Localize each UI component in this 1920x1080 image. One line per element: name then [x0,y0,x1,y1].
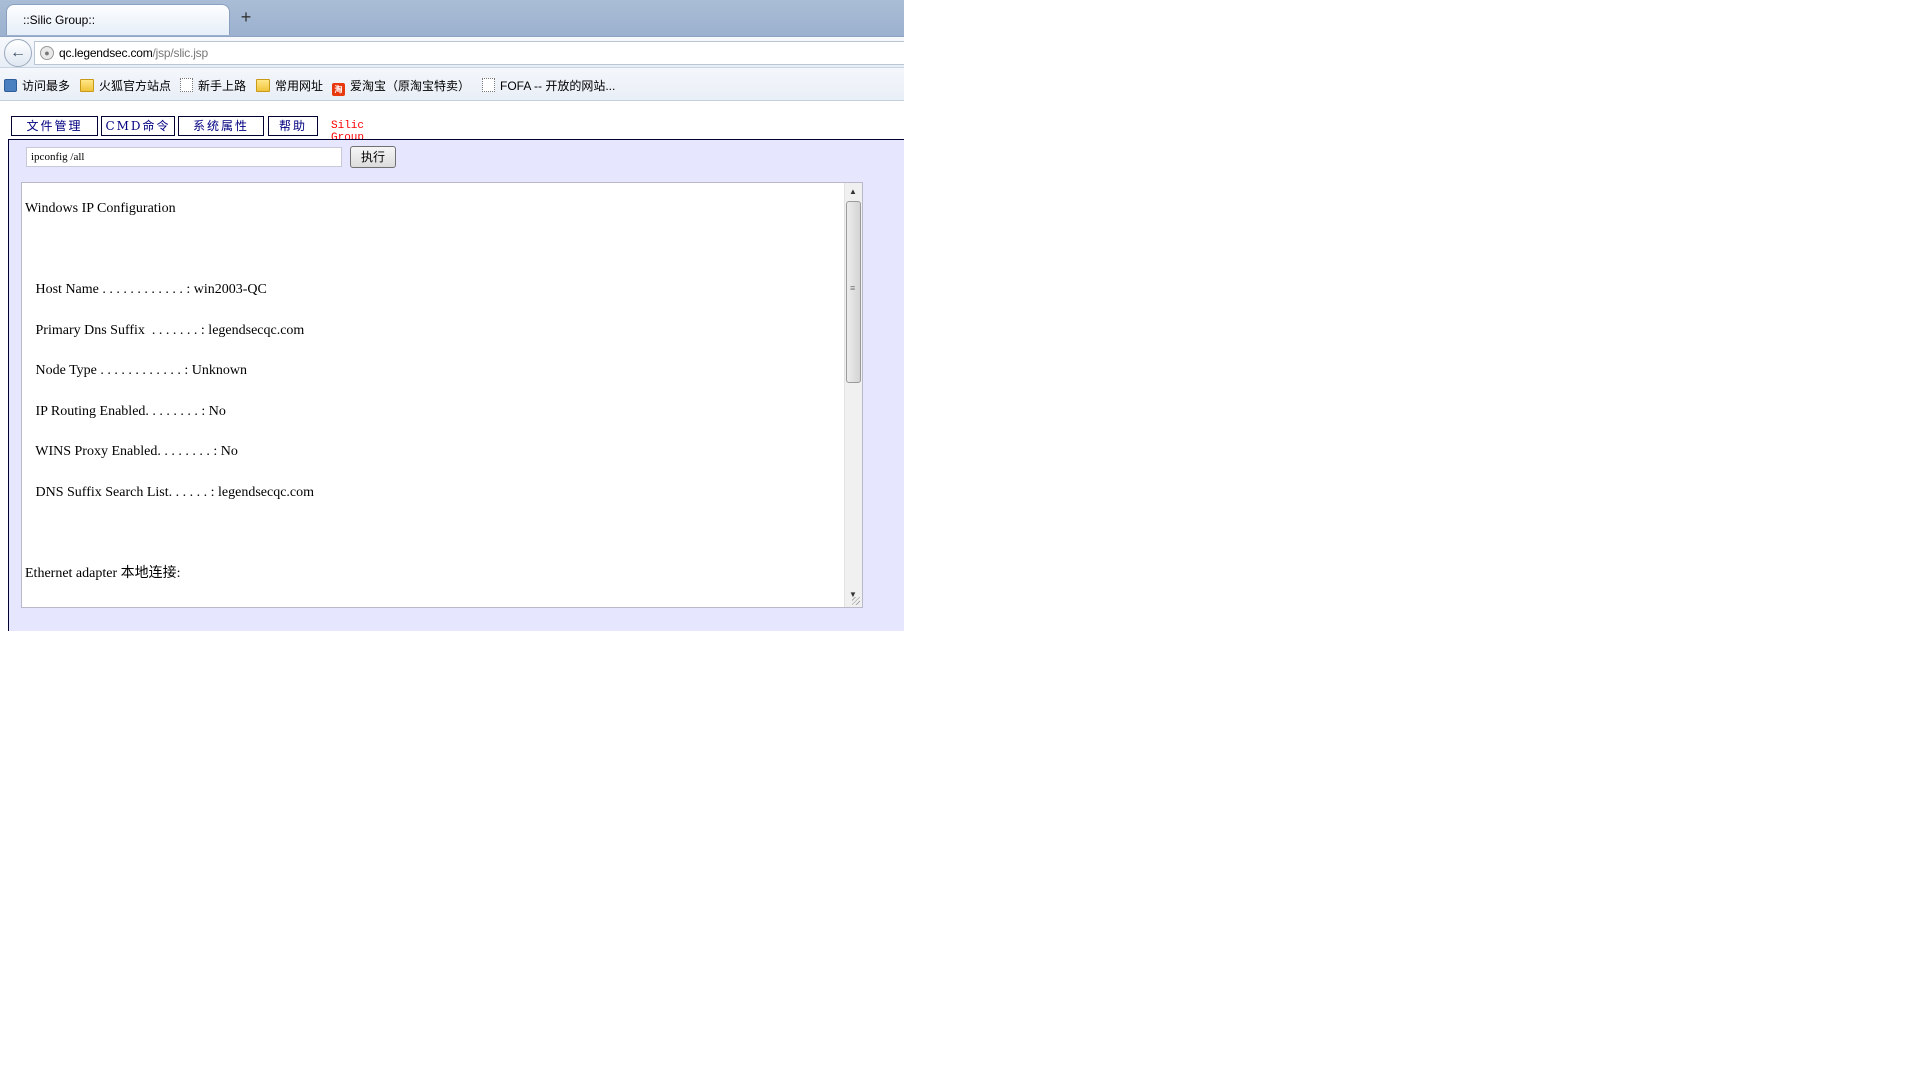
bookmark-aitaobao[interactable]: 淘爱淘宝（原淘宝特卖） [332,77,471,96]
address-bar[interactable]: ● qc.legendsec.com/jsp/slic.jsp [34,41,904,65]
page-icon [482,78,495,92]
scroll-up-icon[interactable]: ▲ [849,187,857,196]
bookmark-label: 新手上路 [198,79,247,93]
bookmark-common-urls[interactable]: 常用网址 [256,77,323,93]
command-output-textarea[interactable]: Windows IP Configuration Host Name . . .… [21,182,863,608]
execute-button[interactable]: 执行 [350,146,396,168]
output-text: Windows IP Configuration Host Name . . .… [25,189,840,594]
output-line: DNS Suffix Search List. . . . . . : lege… [25,484,315,500]
folder-icon [80,79,94,92]
output-line: IP Routing Enabled. . . . . . . . : No [25,403,226,419]
output-line: Node Type . . . . . . . . . . . . : Unkn… [25,363,247,378]
new-tab-button[interactable]: + [236,6,256,28]
help-button[interactable]: 帮助 [268,116,318,136]
resize-grip-icon[interactable] [852,597,860,605]
output-line: Host Name . . . . . . . . . . . . : win2… [25,282,267,297]
tab-bar: ::Silic Group:: + [0,0,904,37]
page-content: 文件管理 CMD命令 系统属性 帮助 Silic Group 执行 Window… [0,101,904,631]
command-input[interactable] [26,147,342,167]
page-icon [180,78,193,92]
url-domain: qc.legendsec.com [59,46,153,60]
bookmark-label: 常用网址 [275,79,324,93]
bookmarks-toolbar: 访问最多 火狐官方站点 新手上路 常用网址 淘爱淘宝（原淘宝特卖） FOFA -… [0,68,904,101]
bookmark-most-visited[interactable]: 访问最多 [4,77,70,93]
bookmark-label: 火狐官方站点 [99,79,172,93]
file-manager-button[interactable]: 文件管理 [11,116,98,136]
scroll-thumb[interactable]: ≡ [846,201,861,383]
back-arrow-icon: ← [10,44,26,61]
globe-icon: ● [40,46,54,60]
output-line: Ethernet adapter 本地连接: [25,565,181,581]
cmd-panel: 执行 Windows IP Configuration Host Name . … [8,139,904,631]
bookmark-label: 访问最多 [22,79,71,93]
system-properties-button[interactable]: 系统属性 [178,116,264,136]
user-icon [4,79,17,92]
navigation-bar: ← ● qc.legendsec.com/jsp/slic.jsp [0,37,904,68]
bookmark-firefox-sites[interactable]: 火狐官方站点 [80,77,171,93]
cmd-button[interactable]: CMD命令 [101,116,175,136]
browser-tab[interactable]: ::Silic Group:: [6,4,230,35]
bookmark-getting-started[interactable]: 新手上路 [180,77,246,93]
tab-title: ::Silic Group:: [23,13,96,27]
output-line: WINS Proxy Enabled. . . . . . . . : No [25,444,238,459]
browser-window: ::Silic Group:: + ← ● qc.legendsec.com/j… [0,0,904,631]
bookmark-label: 爱淘宝（原淘宝特卖） [350,79,471,93]
back-button[interactable]: ← [4,39,32,67]
bookmark-label: FOFA -- 开放的网站... [500,79,616,93]
grip-icon: ≡ [850,283,856,293]
output-line: Primary Dns Suffix . . . . . . . : legen… [25,322,305,338]
url-text: qc.legendsec.com/jsp/slic.jsp [59,46,208,60]
taobao-icon: 淘 [332,83,345,96]
output-scrollbar[interactable]: ▲ ≡ ▼ [844,183,862,607]
output-line: Windows IP Configuration [25,201,176,216]
bookmark-fofa[interactable]: FOFA -- 开放的网站... [482,77,615,93]
url-path: /jsp/slic.jsp [152,46,209,60]
folder-icon [256,79,270,92]
